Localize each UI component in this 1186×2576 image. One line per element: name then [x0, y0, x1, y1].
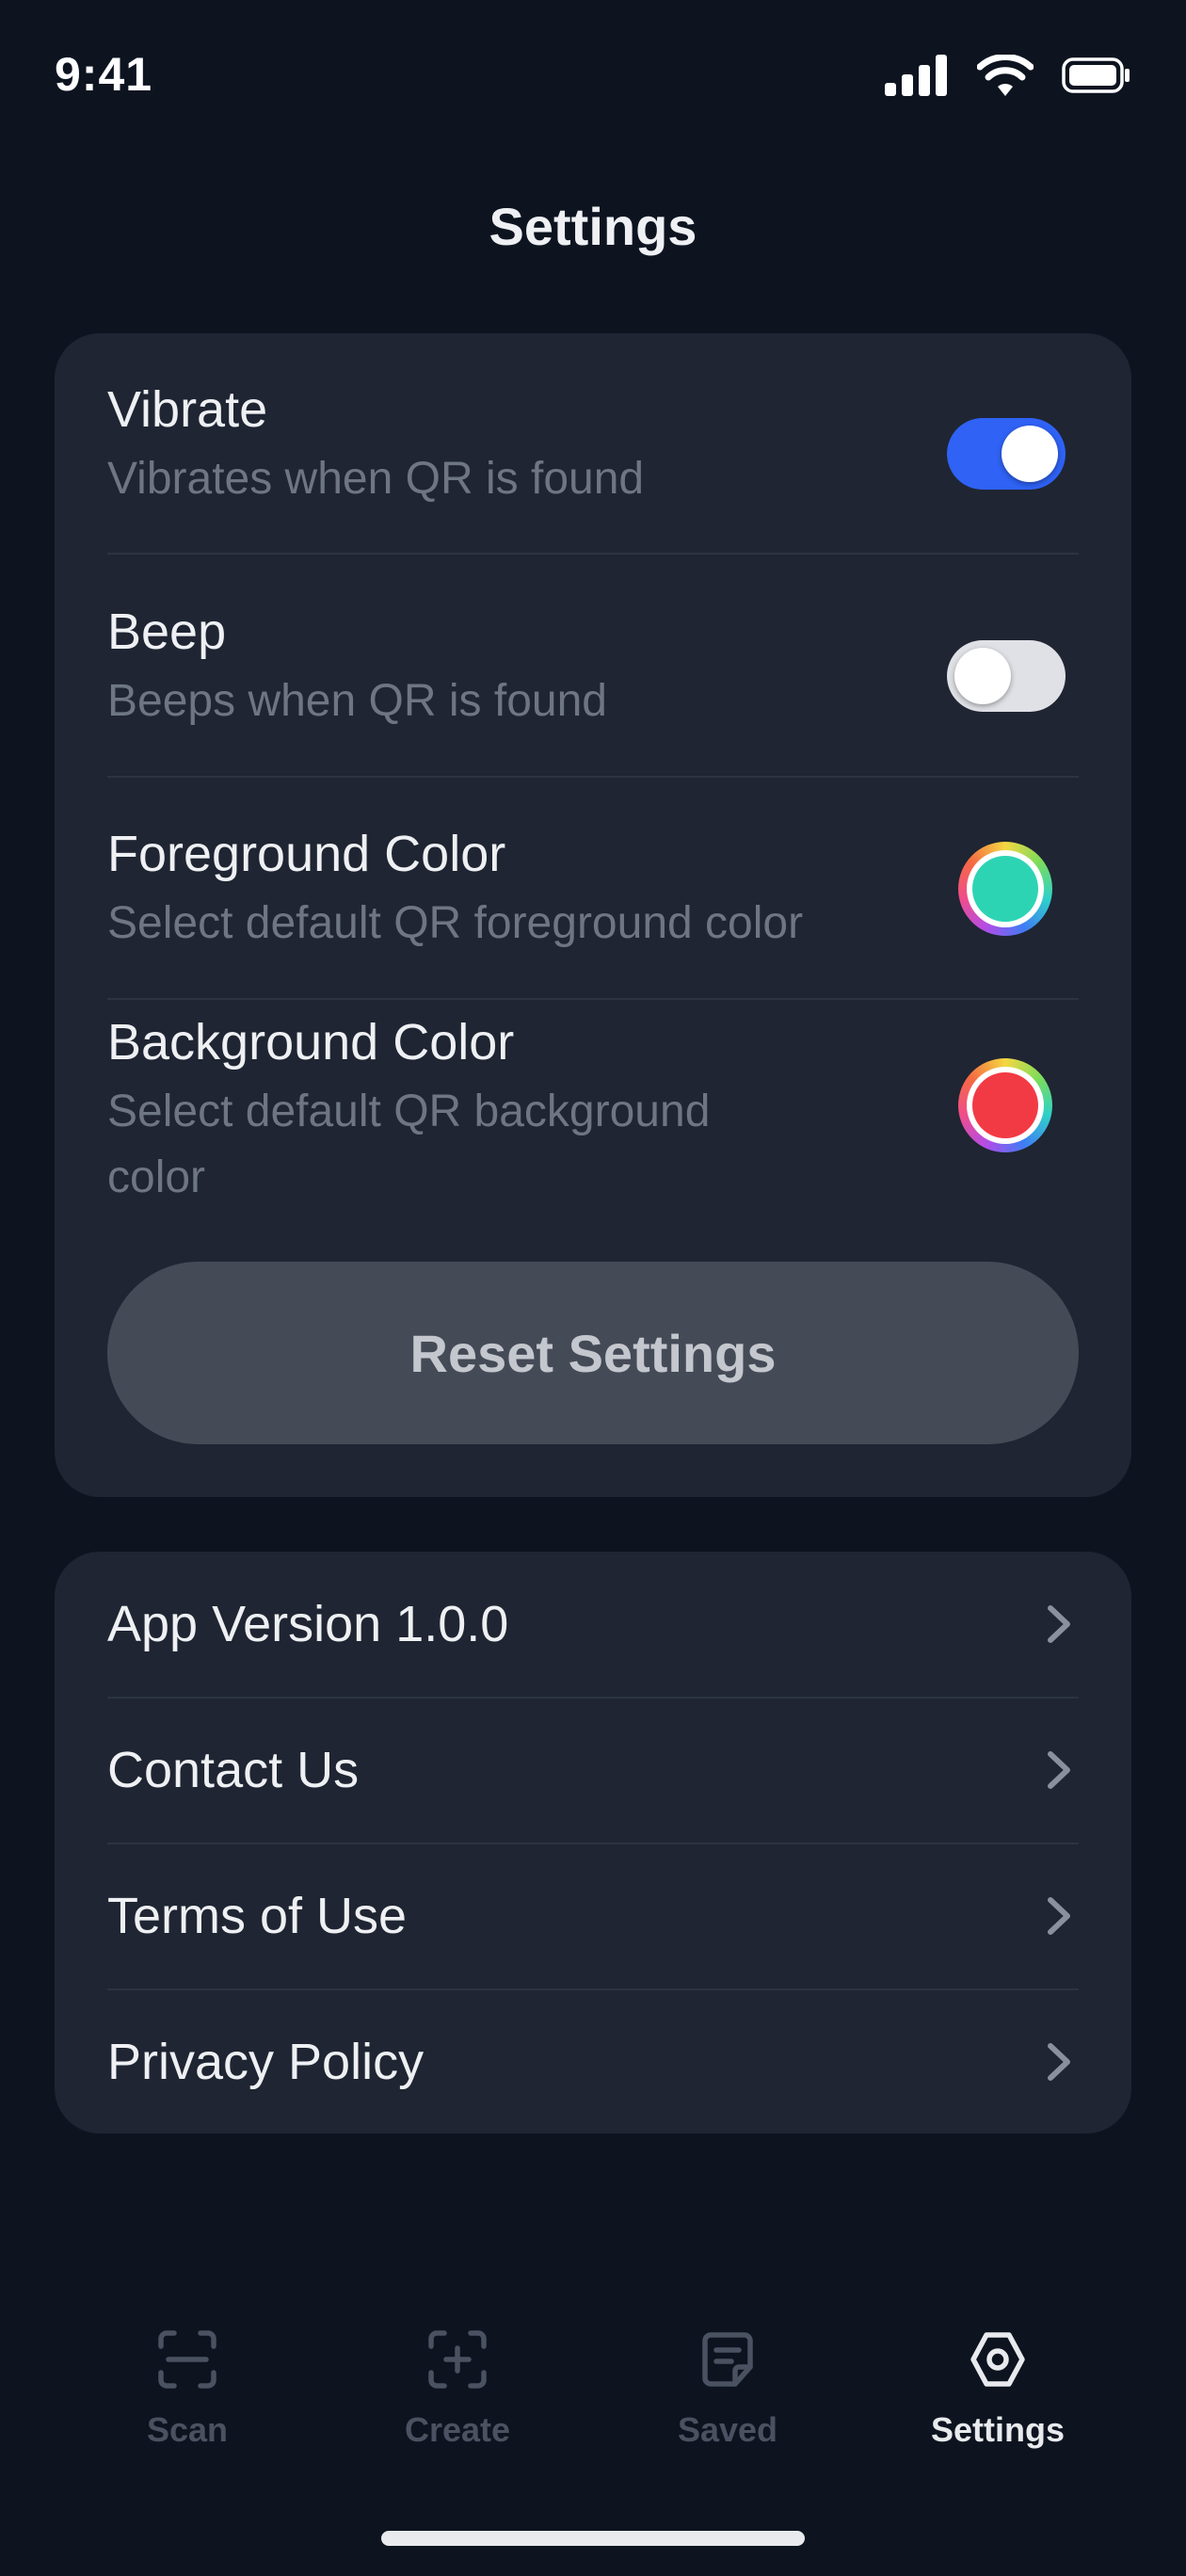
chevron-right-icon: [1048, 1605, 1070, 1643]
page-title: Settings: [489, 197, 697, 256]
foreground-color-row[interactable]: Foreground Color Select default QR foreg…: [107, 825, 1079, 985]
privacy-policy-label: Privacy Policy: [107, 2034, 425, 2090]
saved-icon: [702, 2332, 753, 2387]
settings-card: Vibrate Vibrates when QR is found Beep B…: [55, 333, 1131, 1497]
terms-of-use-label: Terms of Use: [107, 1888, 408, 1944]
tab-create[interactable]: Create: [363, 2326, 552, 2450]
foreground-color-swatch[interactable]: [958, 842, 1052, 936]
home-indicator[interactable]: [381, 2531, 805, 2546]
signal-icon: [885, 55, 947, 96]
settings-screen: 9:41 Settings Vibrate Vibrates when QR i…: [0, 0, 1186, 2576]
background-color-subtitle: Select default QR background: [107, 1087, 711, 1136]
beep-toggle[interactable]: [947, 640, 1066, 712]
chevron-right-icon: [1048, 1751, 1070, 1789]
settings-icon: [970, 2332, 1025, 2387]
battery-icon: [1062, 57, 1130, 93]
background-color-dot: [972, 1072, 1038, 1138]
divider: [107, 998, 1079, 1000]
tab-bar: Scan Create Saved Settings: [0, 2326, 1186, 2476]
divider: [107, 553, 1079, 555]
status-bar: 9:41: [0, 0, 1186, 151]
foreground-color-subtitle: Select default QR foreground color: [107, 898, 804, 948]
vibrate-title: Vibrate: [107, 381, 268, 438]
background-color-swatch[interactable]: [958, 1058, 1052, 1152]
background-color-subtitle-cont: color: [107, 1152, 206, 1202]
beep-subtitle: Beeps when QR is found: [107, 676, 607, 726]
background-color-title: Background Color: [107, 1014, 515, 1071]
app-version-label: App Version 1.0.0: [107, 1596, 509, 1652]
status-time: 9:41: [55, 48, 153, 101]
beep-title: Beep: [107, 604, 227, 660]
chevron-right-icon: [1048, 2043, 1070, 2081]
privacy-policy-row[interactable]: Privacy Policy: [107, 1989, 1079, 2134]
tab-scan-label: Scan: [146, 2410, 229, 2449]
toggle-knob: [1002, 426, 1058, 482]
status-icons: [885, 55, 1131, 96]
background-color-row[interactable]: Background Color Select default QR backg…: [107, 1013, 1079, 1239]
app-version-row[interactable]: App Version 1.0.0: [107, 1552, 1079, 1697]
reset-settings-button[interactable]: Reset Settings: [107, 1262, 1079, 1444]
beep-row: Beep Beeps when QR is found: [107, 603, 1079, 763]
chevron-right-icon: [1048, 1897, 1070, 1935]
scan-icon: [158, 2330, 216, 2389]
vibrate-subtitle: Vibrates when QR is found: [107, 454, 645, 504]
tab-saved-label: Saved: [677, 2410, 778, 2449]
foreground-color-title: Foreground Color: [107, 826, 506, 882]
contact-us-row[interactable]: Contact Us: [107, 1698, 1079, 1843]
tab-settings-label: Settings: [930, 2410, 1065, 2449]
vibrate-toggle[interactable]: [947, 418, 1066, 490]
tab-scan[interactable]: Scan: [93, 2326, 281, 2450]
contact-us-label: Contact Us: [107, 1742, 360, 1798]
create-icon: [428, 2330, 487, 2389]
tab-settings[interactable]: Settings: [904, 2326, 1092, 2450]
divider: [107, 776, 1079, 778]
foreground-color-dot: [972, 856, 1038, 922]
terms-of-use-row[interactable]: Terms of Use: [107, 1843, 1079, 1988]
wifi-icon: [977, 55, 1034, 96]
vibrate-row: Vibrate Vibrates when QR is found: [107, 380, 1079, 540]
tab-saved[interactable]: Saved: [633, 2326, 822, 2450]
tab-create-label: Create: [404, 2410, 511, 2449]
info-card: App Version 1.0.0 Contact Us Terms of Us…: [55, 1552, 1131, 2133]
toggle-knob: [954, 648, 1011, 704]
